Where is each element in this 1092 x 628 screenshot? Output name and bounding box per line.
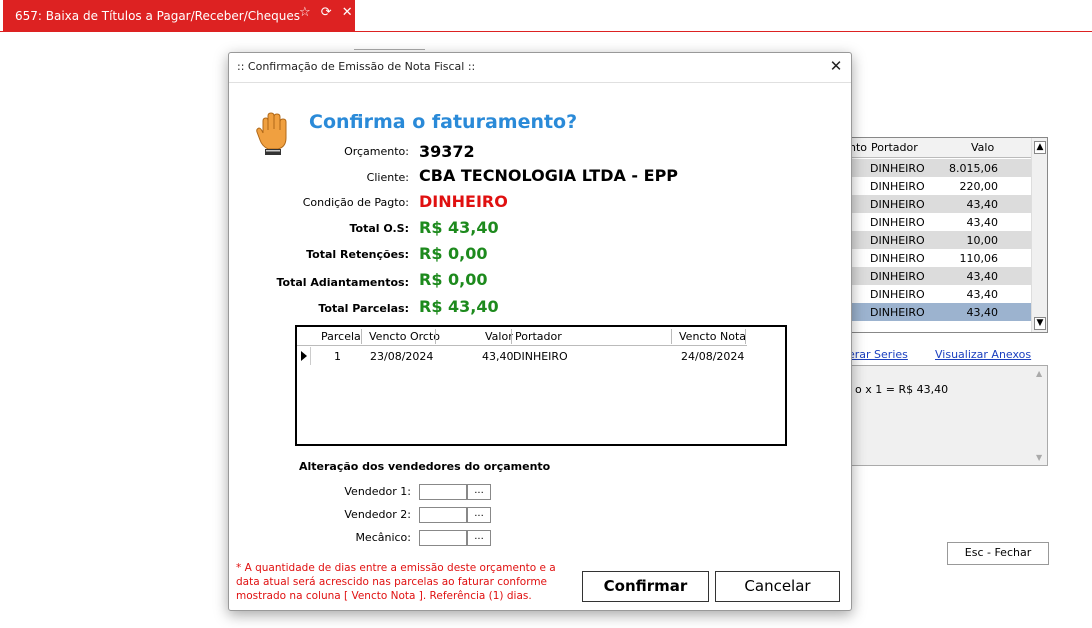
cell-vencto-nota: 24/08/2024 xyxy=(681,350,745,363)
memo-text: o x 1 = R$ 43,40 xyxy=(855,383,949,396)
bg-cell-valor: 10,00 xyxy=(966,234,999,247)
vendedor2-input[interactable] xyxy=(419,507,467,523)
table-row[interactable]: DINHEIRO 8.015,06 xyxy=(849,159,1032,177)
table-row[interactable]: DINHEIRO 43,40 xyxy=(849,303,1032,321)
table-row[interactable]: DINHEIRO 10,00 xyxy=(849,231,1032,249)
confirmar-button[interactable]: Confirmar xyxy=(582,571,709,602)
visualizar-anexos-link[interactable]: Visualizar Anexos xyxy=(935,348,1031,361)
bg-col-valor: Valo xyxy=(971,141,995,154)
bg-cell-portador: DINHEIRO xyxy=(870,216,925,229)
window-tab[interactable]: 657: Baixa de Títulos a Pagar/Receber/Ch… xyxy=(3,0,355,31)
mecanico-label: Mecânico: xyxy=(355,531,411,544)
scroll-down-icon[interactable]: ▼ xyxy=(1034,317,1046,330)
adiantamentos-value: R$ 0,00 xyxy=(419,270,488,289)
col-separator xyxy=(435,329,436,344)
col-vencto-nota[interactable]: Vencto Nota xyxy=(679,330,746,343)
vendedor1-input[interactable] xyxy=(419,484,467,500)
col-parcela[interactable]: Parcela xyxy=(321,330,361,343)
background-grid-header: nto Portador Valo xyxy=(849,138,1032,158)
col-separator xyxy=(745,329,746,344)
vendedor2-label: Vendedor 2: xyxy=(344,508,411,521)
background-grid[interactable]: nto Portador Valo DINHEIRO 8.015,06 DINHEI… xyxy=(848,137,1048,333)
bg-cell-valor: 43,40 xyxy=(966,288,999,301)
cell-vencto-orcto: 23/08/2024 xyxy=(370,350,434,363)
table-row[interactable]: DINHEIRO 43,40 xyxy=(849,213,1032,231)
adiantamentos-label: Total Adiantamentos: xyxy=(276,276,410,289)
cliente-value: CBA TECNOLOGIA LTDA - EPP xyxy=(419,166,679,185)
bg-cell-valor: 43,40 xyxy=(966,306,999,319)
bg-cell-valor: 110,06 xyxy=(959,252,999,265)
title-separator xyxy=(229,82,851,83)
memo-scroll-up-icon[interactable]: ▲ xyxy=(1036,369,1042,378)
tab-underline xyxy=(0,31,1092,32)
col-valor[interactable]: Valor xyxy=(485,330,513,343)
vendedor1-label: Vendedor 1: xyxy=(344,485,411,498)
vendedor1-lookup-button[interactable]: ... xyxy=(467,484,491,500)
table-row[interactable]: DINHEIRO 220,00 xyxy=(849,177,1032,195)
table-row[interactable]: DINHEIRO 43,40 xyxy=(849,195,1032,213)
stop-hand-icon xyxy=(256,112,287,155)
vendedores-section-title: Alteração dos vendedores do orçamento xyxy=(299,460,551,473)
bg-cell-portador: DINHEIRO xyxy=(870,270,925,283)
bg-cell-portador: DINHEIRO xyxy=(870,288,925,301)
gerar-series-link[interactable]: erar Series xyxy=(848,348,908,361)
scroll-up-icon[interactable]: ▲ xyxy=(1034,141,1046,154)
mecanico-lookup-button[interactable]: ... xyxy=(467,530,491,546)
bg-cell-portador: DINHEIRO xyxy=(870,306,925,319)
orcamento-label: Orçamento: xyxy=(344,145,409,158)
retencoes-value: R$ 0,00 xyxy=(419,244,488,263)
bg-cell-portador: DINHEIRO xyxy=(870,234,925,247)
tab-icons[interactable]: ☆ ⟳ ✕ xyxy=(299,0,356,29)
bg-col-portador: Portador xyxy=(871,141,918,154)
col-vencto-orcto[interactable]: Vencto Orcto xyxy=(369,330,440,343)
background-memo[interactable]: o x 1 = R$ 43,40 ▲ ▼ xyxy=(848,365,1048,466)
bg-cell-valor: 220,00 xyxy=(959,180,999,193)
cliente-label: Cliente: xyxy=(366,171,409,184)
memo-scroll-down-icon[interactable]: ▼ xyxy=(1036,453,1042,462)
bg-cell-valor: 43,40 xyxy=(966,216,999,229)
bg-cell-valor: 43,40 xyxy=(966,270,999,283)
memo-scrollbar[interactable]: ▲ ▼ xyxy=(1033,366,1047,465)
total-os-label: Total O.S: xyxy=(349,222,410,235)
col-portador[interactable]: Portador xyxy=(515,330,562,343)
condicao-label: Condição de Pagto: xyxy=(302,196,409,209)
table-row[interactable]: DINHEIRO 110,06 xyxy=(849,249,1032,267)
orcamento-value: 39372 xyxy=(419,142,475,161)
cancelar-button[interactable]: Cancelar xyxy=(715,571,840,602)
col-separator xyxy=(511,329,512,344)
condicao-value: DINHEIRO xyxy=(419,192,508,211)
table-row[interactable]: DINHEIRO 43,40 xyxy=(849,267,1032,285)
retencoes-label: Total Retenções: xyxy=(306,248,409,261)
vendedor2-lookup-button[interactable]: ... xyxy=(467,507,491,523)
confirmation-dialog: :: Confirmação de Emissão de Nota Fiscal… xyxy=(228,52,852,611)
cell-portador: DINHEIRO xyxy=(513,350,568,363)
parcelas-value: R$ 43,40 xyxy=(419,297,499,316)
bg-cell-portador: DINHEIRO xyxy=(870,162,925,175)
mecanico-input[interactable] xyxy=(419,530,467,546)
esc-fechar-button[interactable]: Esc - Fechar xyxy=(947,542,1049,565)
bg-cell-portador: DINHEIRO xyxy=(870,252,925,265)
confirm-question: Confirma o faturamento? xyxy=(309,111,578,133)
bg-cell-valor: 43,40 xyxy=(966,198,999,211)
table-row[interactable]: 1 23/08/2024 43,40 DINHEIRO 24/08/2024 xyxy=(297,347,747,365)
bg-cell-portador: DINHEIRO xyxy=(870,198,925,211)
total-os-value: R$ 43,40 xyxy=(419,218,499,237)
bg-cell-valor: 8.015,06 xyxy=(949,162,998,175)
col-separator xyxy=(361,329,362,344)
close-icon[interactable]: ✕ xyxy=(827,57,845,75)
cell-valor: 43,40 xyxy=(482,350,514,363)
bg-cell-portador: DINHEIRO xyxy=(870,180,925,193)
col-separator xyxy=(671,329,672,344)
parcelas-grid-header: Parcela Vencto Orcto Valor Portador Venc… xyxy=(297,327,747,346)
dialog-title: :: Confirmação de Emissão de Nota Fiscal… xyxy=(237,60,476,73)
background-grid-scrollbar[interactable]: ▲ ▼ xyxy=(1031,138,1047,332)
parcelas-label: Total Parcelas: xyxy=(318,302,409,315)
table-row[interactable]: DINHEIRO 43,40 xyxy=(849,285,1032,303)
dias-note: * A quantidade de dias entre a emissão d… xyxy=(236,562,556,602)
parcelas-grid[interactable]: Parcela Vencto Orcto Valor Portador Venc… xyxy=(295,325,787,446)
window-tab-title: 657: Baixa de Títulos a Pagar/Receber/Ch… xyxy=(15,9,301,23)
cell-parcela: 1 xyxy=(334,350,341,363)
